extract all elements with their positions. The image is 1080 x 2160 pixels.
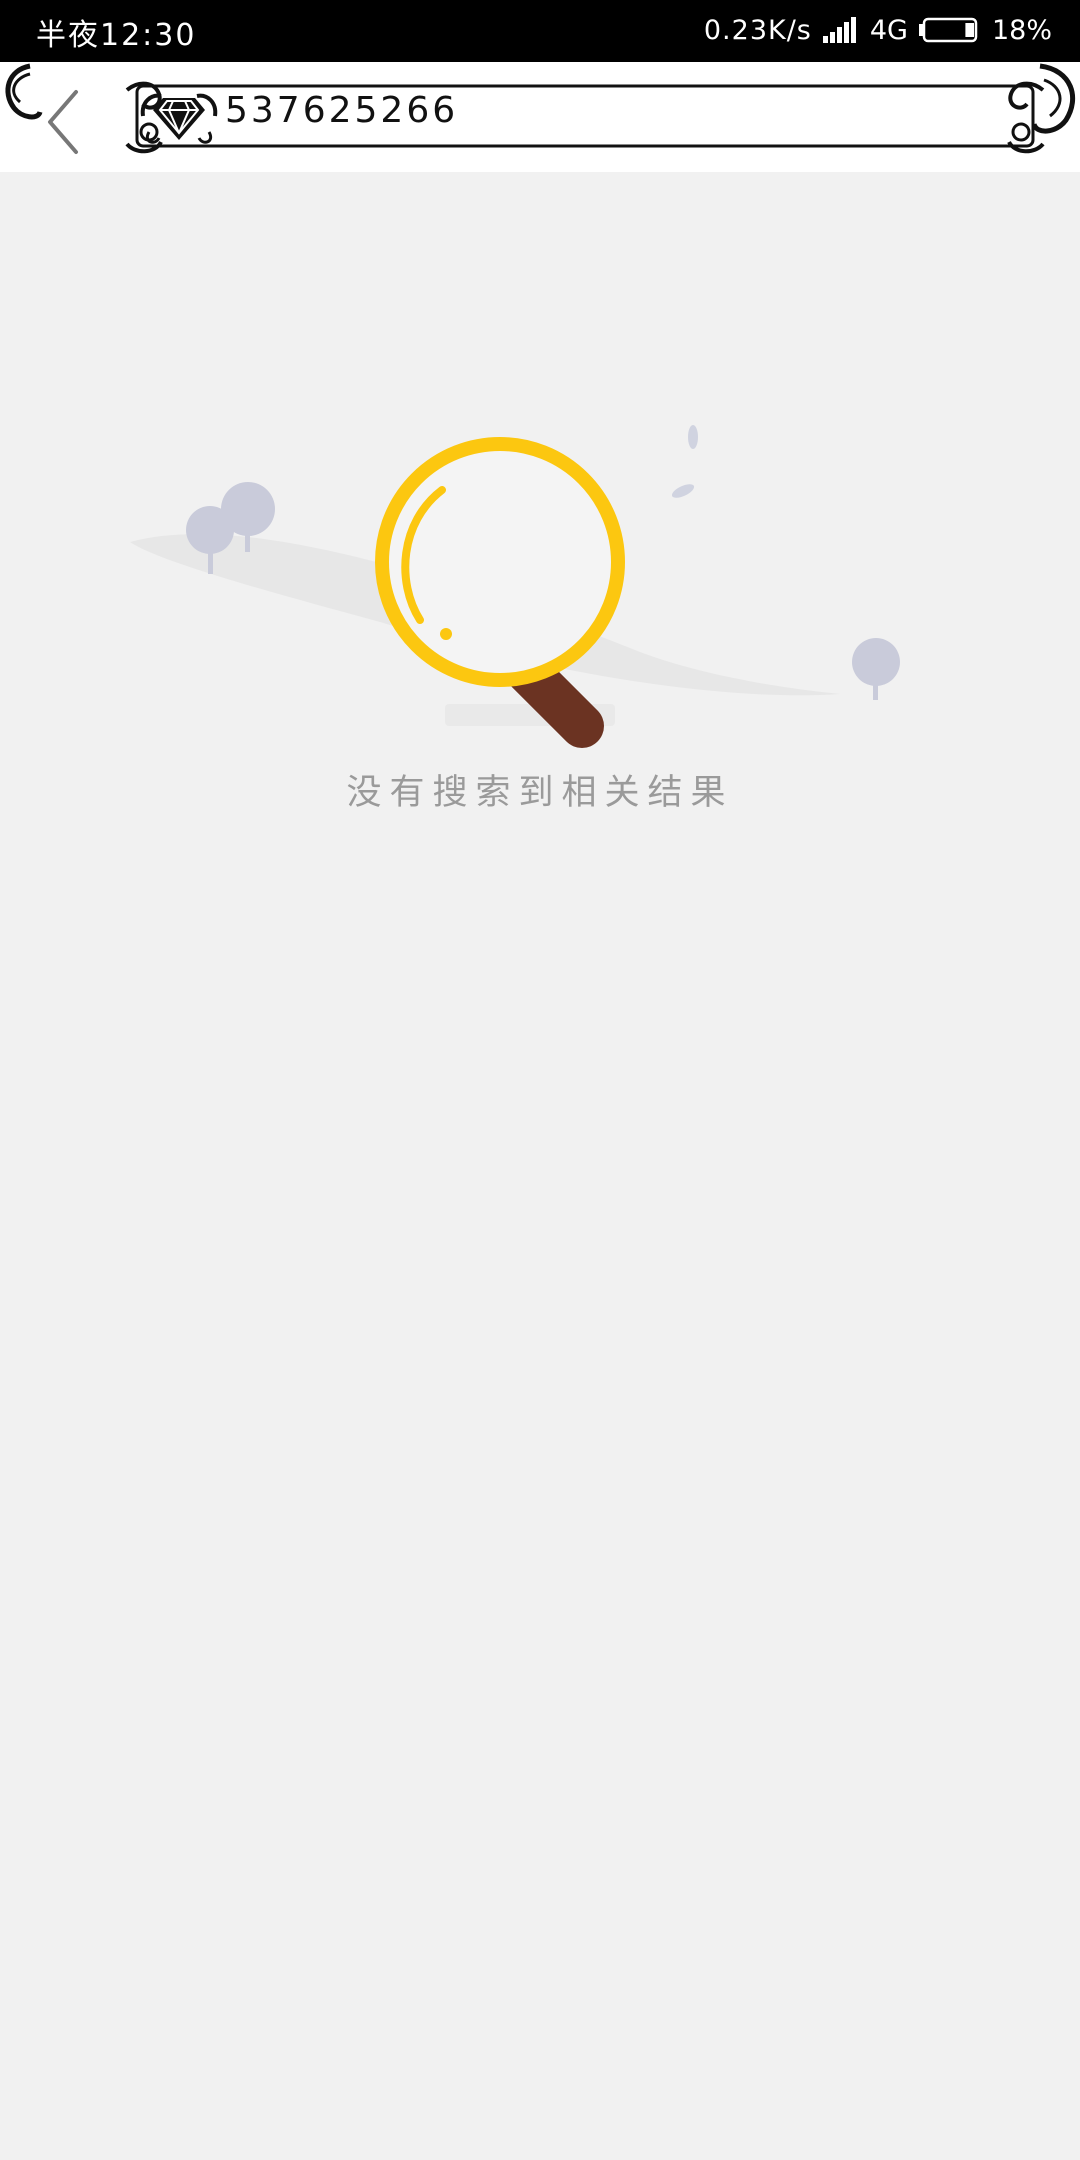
status-time: 半夜12:30: [36, 18, 197, 53]
search-input[interactable]: 537625266: [125, 80, 1045, 154]
status-indicators: 0.23K/s 4G 18%: [704, 10, 1052, 50]
search-query-text: 537625266: [225, 90, 459, 131]
leaf-bottom: [671, 484, 695, 498]
empty-result-message: 没有搜索到相关结果: [346, 773, 734, 813]
search-header: 537625266: [0, 62, 1080, 172]
lens-highlight-dot: [440, 628, 452, 640]
signal-bars-icon: [822, 17, 856, 43]
network-speed: 0.23K/s: [703, 14, 812, 46]
battery-icon: [918, 17, 978, 43]
back-button[interactable]: [36, 80, 96, 160]
diamond-icon: [140, 93, 218, 144]
tree-right: [852, 638, 900, 700]
leaf-top: [688, 425, 698, 449]
magnifying-glass-illustration: [130, 425, 900, 748]
battery-percent: 18%: [991, 14, 1052, 46]
network-type: 4G: [869, 14, 908, 46]
status-bar: 半夜12:30 0.23K/s 4G 18%: [0, 0, 1080, 62]
empty-state: 没有搜索到相关结果: [0, 172, 1080, 2160]
chevron-left-icon: [48, 90, 78, 154]
